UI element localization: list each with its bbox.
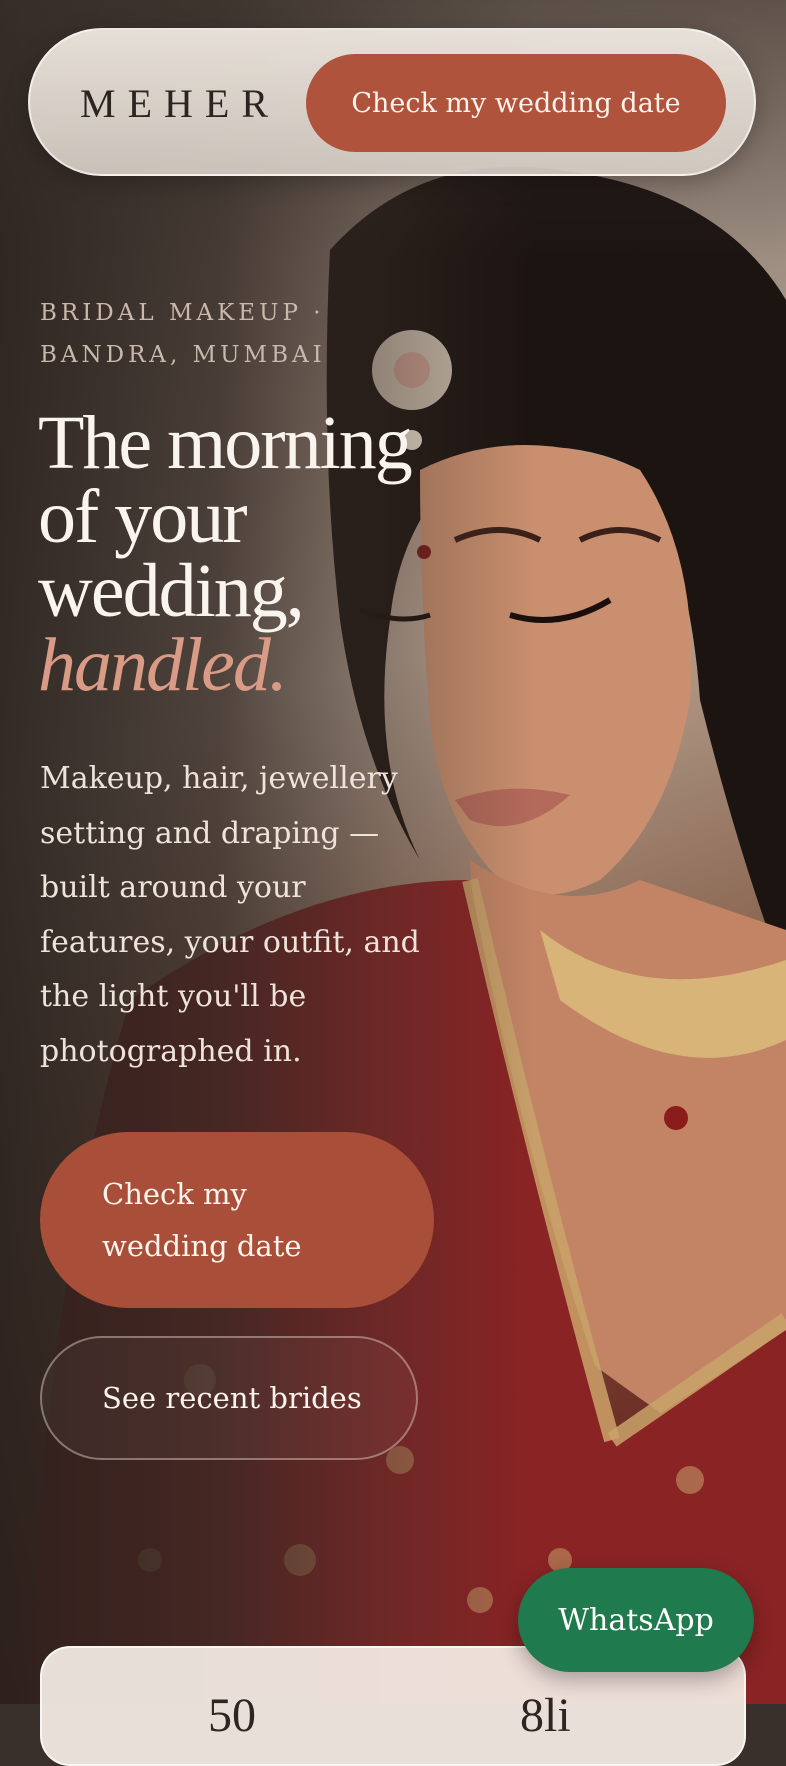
whatsapp-button[interactable]: WhatsApp (518, 1568, 754, 1672)
header-check-date-button[interactable]: Check my wedding date (306, 54, 726, 152)
headline-line-2: of your (38, 475, 248, 559)
hero-check-date-label: Check my wedding date (102, 1177, 302, 1263)
hero-description: Makeup, hair, jewellery setting and drap… (40, 761, 420, 1069)
headline-accent: handled. (38, 623, 288, 707)
headline-line-3: wedding, (38, 549, 305, 633)
stat-value-1: 50 (208, 1689, 256, 1742)
headline-line-1: The morning (38, 401, 413, 485)
site-header: MEHER Check my wedding date (28, 28, 756, 176)
brand-logo[interactable]: MEHER (80, 80, 280, 127)
hero-eyebrow: BRIDAL MAKEUP · BANDRA, MUMBAI (40, 292, 360, 376)
eyebrow-line-service: BRIDAL MAKEUP · (40, 300, 325, 326)
eyebrow-line-location: BANDRA, MUMBAI (40, 342, 326, 368)
stat-value-2: 8li (520, 1689, 571, 1742)
hero-headline: The morning of your wedding, handled. (38, 401, 438, 707)
hero-check-date-button[interactable]: Check my wedding date (40, 1132, 434, 1308)
see-recent-brides-button[interactable]: See recent brides (40, 1336, 418, 1460)
